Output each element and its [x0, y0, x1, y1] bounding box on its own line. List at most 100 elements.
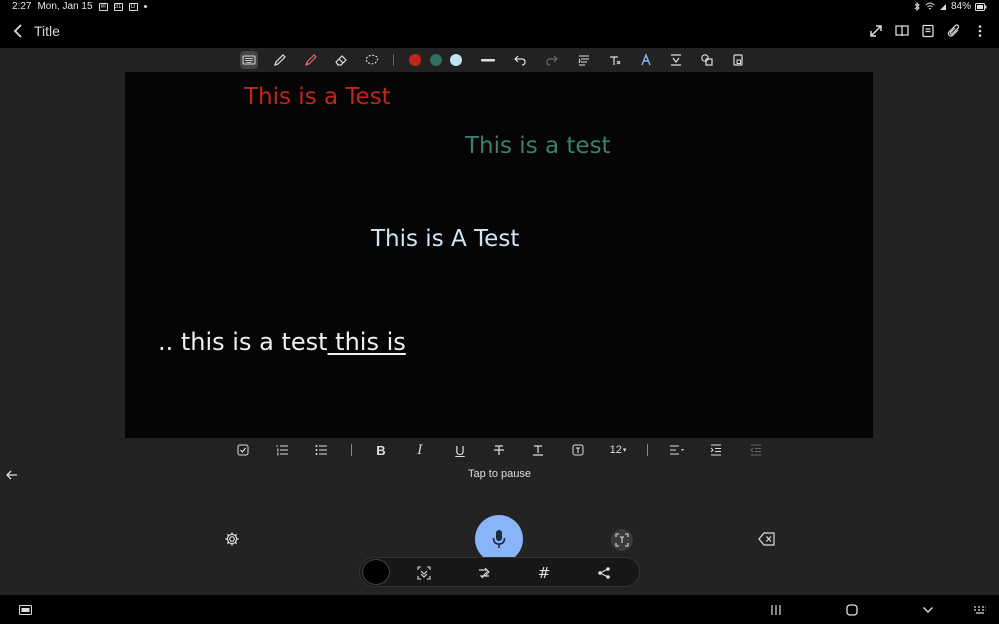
stroke-width-button[interactable]	[479, 51, 497, 69]
share-button[interactable]	[596, 565, 612, 581]
shapes-button[interactable]	[698, 51, 716, 69]
taskbar-icon	[18, 605, 32, 615]
redo-button[interactable]	[543, 51, 561, 69]
indent-icon	[710, 444, 721, 456]
voice-settings-button[interactable]	[224, 531, 240, 547]
text-cursor-icon	[615, 533, 629, 547]
share-icon	[598, 567, 610, 579]
backspace-icon	[758, 532, 775, 546]
text-style-button[interactable]	[606, 51, 624, 69]
pen-icon	[274, 54, 286, 66]
bluetooth-icon	[914, 2, 920, 11]
microphone-icon	[492, 530, 506, 548]
keyboard-icon	[974, 606, 986, 614]
more-options-button[interactable]	[971, 22, 989, 40]
delete-button[interactable]	[758, 532, 776, 546]
pen-tool[interactable]	[271, 51, 289, 69]
cursor-control-button[interactable]	[611, 529, 633, 551]
handwritten-note[interactable]: This is A Test	[371, 226, 519, 252]
recent-apps-button[interactable]	[769, 603, 783, 617]
shapes-icon	[701, 54, 713, 66]
convert-button[interactable]	[476, 565, 492, 581]
eraser-icon	[335, 55, 347, 66]
text-box-button[interactable]	[571, 442, 585, 458]
fullscreen-button[interactable]	[867, 22, 885, 40]
highlighter-tool[interactable]	[302, 51, 320, 69]
toolbar-divider	[393, 54, 394, 66]
hide-keyboard-button[interactable]	[921, 603, 935, 617]
page-view-button[interactable]	[919, 22, 937, 40]
home-button[interactable]	[845, 603, 859, 617]
tag-button[interactable]: #	[536, 564, 552, 582]
battery-percent: 84%	[950, 1, 971, 12]
voice-input-panel: Tap to pause #	[0, 462, 999, 595]
scan-button[interactable]	[416, 565, 432, 581]
text-style-icon	[610, 56, 621, 65]
back-button[interactable]	[10, 22, 28, 40]
page-thumbnail[interactable]	[362, 559, 390, 585]
beautify-button[interactable]	[637, 51, 655, 69]
scan-icon	[417, 566, 431, 580]
battery-icon	[975, 2, 987, 11]
status-bar: 2:27 Mon, Jan 15 ✉ 31 O 84%	[0, 0, 999, 15]
lock-button[interactable]	[729, 51, 747, 69]
format-divider	[647, 444, 648, 456]
calendar-icon: 31	[113, 2, 123, 11]
convert-icon	[479, 567, 490, 579]
outdent-button[interactable]	[749, 442, 763, 458]
numbered-list-button[interactable]	[275, 442, 289, 458]
handwriting-to-text-button[interactable]	[575, 51, 593, 69]
color-swatch-red[interactable]	[409, 54, 421, 66]
title-bar: Title	[0, 15, 999, 48]
color-swatch-teal[interactable]	[430, 54, 442, 66]
keyboard-switch-button[interactable]	[973, 603, 987, 617]
highlighter-icon	[305, 54, 317, 66]
book-view-button[interactable]	[893, 22, 911, 40]
typed-text-line[interactable]: .. this is a test this is	[158, 328, 406, 356]
handwritten-note[interactable]: This is a test	[465, 133, 611, 159]
more-notifications-icon	[143, 5, 147, 8]
voice-status-text[interactable]: Tap to pause	[0, 468, 999, 480]
note-title[interactable]: Title	[34, 23, 60, 39]
align-left-icon	[670, 445, 684, 455]
font-size-select[interactable]: 12 ▾	[607, 442, 629, 458]
recents-icon	[771, 605, 781, 615]
signal-icon	[939, 4, 946, 10]
handwritten-note[interactable]: This is a Test	[244, 84, 391, 110]
keyboard-icon	[242, 55, 256, 65]
book-icon	[895, 25, 909, 37]
status-right: 84%	[913, 1, 987, 12]
color-swatch-light-blue[interactable]	[450, 54, 462, 66]
text-color-icon	[533, 445, 543, 456]
back-arrow-icon	[13, 24, 22, 38]
checkbox-list-button[interactable]	[236, 442, 250, 458]
microphone-button[interactable]	[475, 515, 523, 563]
gmail-icon: ✉	[98, 2, 108, 11]
strikethrough-button[interactable]	[492, 442, 506, 458]
note-canvas[interactable]: This is a Test This is a test This is A …	[125, 72, 873, 438]
eraser-tool[interactable]	[332, 51, 350, 69]
redo-icon	[546, 55, 558, 66]
home-icon	[846, 604, 858, 616]
text-color-button[interactable]	[531, 442, 545, 458]
attach-button[interactable]	[945, 22, 963, 40]
text-spacing-icon	[671, 54, 681, 66]
lasso-tool[interactable]	[363, 51, 381, 69]
bullet-list-button[interactable]	[314, 442, 328, 458]
text-spacing-button[interactable]	[667, 51, 685, 69]
undo-button[interactable]	[511, 51, 529, 69]
align-button[interactable]	[668, 442, 686, 458]
indent-button[interactable]	[709, 442, 723, 458]
top-actions	[867, 22, 989, 40]
bold-button[interactable]: B	[374, 442, 388, 458]
keyboard-mode-button[interactable]	[240, 51, 258, 69]
strikethrough-icon	[494, 445, 504, 455]
text-format-bar: B I U 12 ▾	[0, 438, 999, 462]
underline-button[interactable]: U	[453, 442, 467, 458]
italic-button[interactable]: I	[413, 442, 427, 458]
text-box-icon	[572, 444, 584, 456]
canvas-margin-left	[0, 72, 125, 438]
chevron-down-icon: ▾	[622, 447, 627, 454]
taskbar-toggle-button[interactable]	[18, 603, 32, 617]
wifi-icon	[925, 2, 935, 10]
